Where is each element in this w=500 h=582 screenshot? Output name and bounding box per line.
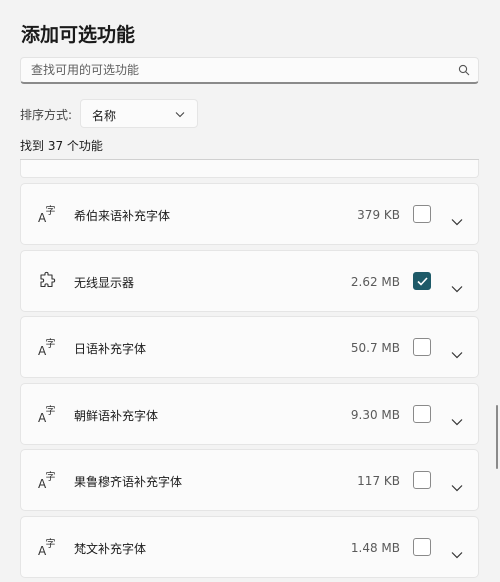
font-icon: A字 xyxy=(37,537,57,558)
font-icon: A字 xyxy=(37,204,57,225)
feature-name: 梵文补充字体 xyxy=(74,541,147,556)
search-icon[interactable] xyxy=(458,64,470,76)
chevron-down-icon[interactable] xyxy=(451,544,463,558)
feature-size: 1.48 MB xyxy=(350,540,400,555)
feature-name: 无线显示器 xyxy=(74,275,135,290)
sort-dropdown[interactable]: 名称 xyxy=(80,99,198,128)
search-box[interactable] xyxy=(20,57,479,84)
sort-label: 排序方式: xyxy=(20,108,73,122)
feature-checkbox[interactable] xyxy=(413,537,431,556)
page-title: 添加可选功能 xyxy=(21,24,136,46)
feature-size: 117 KB xyxy=(357,474,400,488)
list-item-partial xyxy=(20,160,479,178)
feature-item[interactable]: A 字 果鲁穆齐语补充字体 117 KB xyxy=(20,449,479,511)
feature-list: A 字希伯来语补充字体 379 KB 无线显示器 2.62 MB A 字日语补充字体 50.7… xyxy=(20,183,479,582)
chevron-down-icon[interactable] xyxy=(451,211,463,226)
feature-name: 希伯来语补充字体 xyxy=(74,209,171,223)
feature-size: 50.7 MB xyxy=(350,341,400,355)
feature-item[interactable]: 无线显示器 2.62 MB xyxy=(20,249,479,312)
feature-size: 2.62 MB xyxy=(350,274,400,289)
scrollbar[interactable] xyxy=(496,405,498,469)
feature-size: 9.30 MB xyxy=(350,407,400,422)
svg-text:字: 字 xyxy=(46,537,56,550)
feature-item[interactable]: A 字 朝鲜语补充字体 9.30 MB xyxy=(20,382,479,445)
svg-text:字: 字 xyxy=(46,470,56,483)
feature-name: 日语补充字体 xyxy=(74,342,147,356)
chevron-down-icon[interactable] xyxy=(451,411,463,425)
svg-text:字: 字 xyxy=(46,337,56,350)
feature-checkbox[interactable] xyxy=(413,338,431,356)
font-icon: A字 xyxy=(37,404,57,425)
feature-size: 379 KB xyxy=(357,208,400,222)
feature-checkbox[interactable] xyxy=(413,205,431,223)
feature-name: 果鲁穆齐语补充字体 xyxy=(74,475,183,489)
chevron-down-icon xyxy=(175,112,185,118)
feature-item[interactable]: A 字 日语补充字体 50.7 MB xyxy=(20,316,479,378)
svg-text:字: 字 xyxy=(46,204,56,217)
puzzle-icon xyxy=(37,271,57,291)
chevron-down-icon[interactable] xyxy=(451,278,463,292)
feature-item[interactable]: A 字 梵文补充字体 1.48 MB xyxy=(20,515,479,578)
search-input[interactable] xyxy=(21,58,451,82)
chevron-down-icon[interactable] xyxy=(451,344,463,359)
feature-checkbox[interactable] xyxy=(413,271,431,290)
chevron-down-icon[interactable] xyxy=(451,477,463,492)
sort-value: 名称 xyxy=(92,109,117,123)
font-icon: A字 xyxy=(37,337,57,358)
feature-item[interactable]: A 字 希伯来语补充字体 379 KB xyxy=(20,183,479,245)
feature-name: 朝鲜语补充字体 xyxy=(74,408,159,423)
feature-checkbox[interactable] xyxy=(413,404,431,423)
feature-checkbox[interactable] xyxy=(413,471,431,489)
font-icon: A字 xyxy=(37,470,57,491)
svg-text:字: 字 xyxy=(46,404,56,417)
result-count: 找到 37 个功能 xyxy=(20,139,103,153)
